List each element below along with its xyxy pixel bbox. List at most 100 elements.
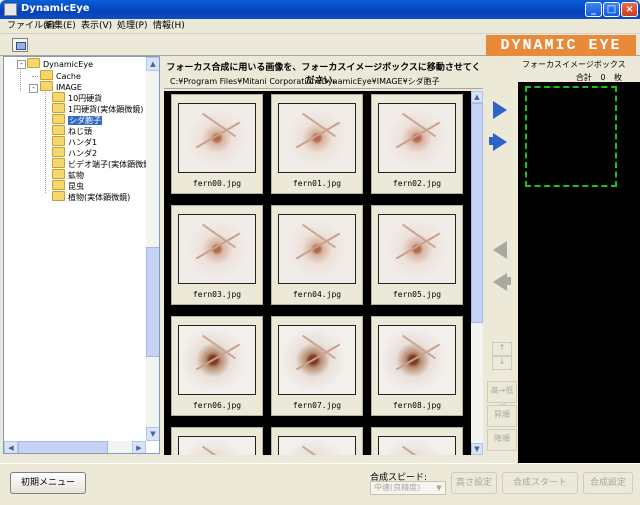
menu-edit[interactable]: 編集(E) <box>43 20 78 33</box>
sort-ascending-button[interactable]: 昇順 <box>487 405 517 427</box>
tree-item-fern[interactable]: シダ胞子 <box>52 114 102 125</box>
folder-icon <box>52 158 65 168</box>
thumbnail-label: fern06.jpg <box>192 401 242 410</box>
thumbnail-image <box>378 325 456 395</box>
thumbnail-image <box>178 214 256 284</box>
scroll-down-icon[interactable]: ▼ <box>471 443 483 455</box>
tree-item-10yen[interactable]: 10円硬貨 <box>52 92 102 103</box>
thumbnail-card[interactable]: fern01.jpg <box>271 94 363 194</box>
order-down-button[interactable]: ↓ <box>492 356 512 370</box>
compose-setting-button[interactable]: 合成設定 <box>583 472 633 494</box>
menu-process[interactable]: 処理(P) <box>115 20 149 33</box>
thumbnail-image <box>178 103 256 173</box>
instruction-panel: フォーカス合成に用いる画像を、フォーカスイメージボックスに移動させてください。 … <box>164 56 483 89</box>
folder-tree[interactable]: - DynamicEye Cache - IMAGE 10円硬貨 1円硬貨(実体… <box>3 56 160 454</box>
move-right-arrow-icon[interactable] <box>487 95 515 123</box>
thumbnail-card[interactable] <box>271 427 363 455</box>
thumbnail-card[interactable]: fern00.jpg <box>171 94 263 194</box>
app-icon <box>4 3 17 16</box>
thumbnail-label: fern00.jpg <box>192 179 242 188</box>
thumbnail-card[interactable]: fern07.jpg <box>271 316 363 416</box>
initial-menu-button[interactable]: 初期メニュー <box>10 472 86 494</box>
folder-icon <box>52 103 65 113</box>
scroll-down-icon[interactable]: ▼ <box>146 427 159 441</box>
thumbnail-image <box>278 103 356 173</box>
title-bar: DynamicEye _ □ × <box>0 0 640 19</box>
menu-info[interactable]: 情報(H) <box>151 20 187 33</box>
chevron-down-icon[interactable]: ▼ <box>434 483 444 493</box>
folder-open-icon <box>27 58 40 68</box>
thumbnail-label: fern08.jpg <box>392 401 442 410</box>
thumbnail-card[interactable]: fern03.jpg <box>171 205 263 305</box>
total-value: 0 <box>600 73 606 82</box>
scroll-up-icon[interactable]: ▲ <box>146 57 159 71</box>
tree-item-solder1[interactable]: ハンダ1 <box>52 136 97 147</box>
minimize-button[interactable]: _ <box>585 2 602 17</box>
total-label: 合計 <box>575 73 592 82</box>
scroll-right-icon[interactable]: ▶ <box>132 441 146 453</box>
height-setting-button[interactable]: 高さ設定 <box>451 472 497 494</box>
folder-icon <box>52 191 65 201</box>
thumbnail-card[interactable]: fern04.jpg <box>271 205 363 305</box>
move-all-left-icon[interactable] <box>487 267 515 295</box>
maximize-button[interactable]: □ <box>603 2 620 17</box>
transfer-toolbar: ↑ ↓ 高→低順 昇順 降順 <box>483 91 518 455</box>
compose-start-button[interactable]: 合成スタート <box>502 472 578 494</box>
tree-item-solder2[interactable]: ハンダ2 <box>52 147 97 158</box>
tree-item-image[interactable]: IMAGE <box>40 81 82 92</box>
thumbnail-image <box>278 325 356 395</box>
tree-item-root[interactable]: DynamicEye <box>27 58 93 69</box>
menu-view[interactable]: 表示(V) <box>79 20 114 33</box>
focus-box-title: フォーカスイメージボックス <box>522 60 626 69</box>
thumbnail-card[interactable] <box>371 427 463 455</box>
thumbnail-image <box>378 436 456 455</box>
move-left-arrow-icon[interactable] <box>487 235 515 263</box>
close-button[interactable]: × <box>621 2 638 17</box>
folder-icon <box>52 125 65 135</box>
speed-select[interactable]: 中速(良精度) ▼ <box>370 481 446 495</box>
tree-hscrollbar[interactable]: ◀ ▶ <box>4 441 146 453</box>
thumbnail-card[interactable] <box>171 427 263 455</box>
scroll-thumb[interactable] <box>471 103 483 323</box>
tree-scrollbar[interactable]: ▲ ▼ <box>146 57 159 441</box>
thumbnail-image <box>178 325 256 395</box>
tree-collapse-icon[interactable]: - <box>17 60 26 69</box>
move-all-right-icon[interactable] <box>487 127 515 155</box>
folder-icon <box>52 169 65 179</box>
tree-item-screw[interactable]: ねじ頭 <box>52 125 92 136</box>
order-up-button[interactable]: ↑ <box>492 342 512 356</box>
tree-item-video[interactable]: ビデオ端子(実体顕微鏡) <box>52 158 154 169</box>
folder-open-icon <box>40 81 53 91</box>
tree-item-insect[interactable]: 昆虫 <box>52 180 84 191</box>
thumbnail-card[interactable]: fern06.jpg <box>171 316 263 416</box>
thumbnail-label: fern02.jpg <box>392 179 442 188</box>
thumbnail-label: fern05.jpg <box>392 290 442 299</box>
folder-icon <box>52 136 65 146</box>
sort-descending-button[interactable]: 降順 <box>487 429 517 451</box>
total-unit: 枚 <box>614 73 622 82</box>
sort-height-button[interactable]: 高→低順 <box>487 381 517 413</box>
hscroll-thumb[interactable] <box>18 441 108 453</box>
scroll-up-icon[interactable]: ▲ <box>471 91 483 103</box>
thumbnail-card[interactable]: fern05.jpg <box>371 205 463 305</box>
brand-logo: DYNAMIC EYE <box>486 35 636 56</box>
thumbnail-card[interactable]: fern08.jpg <box>371 316 463 416</box>
thumbnail-label: fern03.jpg <box>192 290 242 299</box>
folder-icon <box>52 92 65 102</box>
scroll-left-icon[interactable]: ◀ <box>4 441 18 453</box>
gallery-scrollbar[interactable]: ▲ ▼ <box>471 91 483 455</box>
thumbnail-image <box>278 436 356 455</box>
tree-item-plant[interactable]: 植物(実体顕微鏡) <box>52 191 130 202</box>
thumbnail-label: fern07.jpg <box>292 401 342 410</box>
folder-view-icon[interactable] <box>12 38 28 52</box>
focus-drop-slot[interactable] <box>525 86 617 187</box>
thumbnail-card[interactable]: fern02.jpg <box>371 94 463 194</box>
window-title: DynamicEye <box>21 3 90 14</box>
tree-item-mineral[interactable]: 鉱物 <box>52 169 84 180</box>
tree-item-cache[interactable]: Cache <box>40 70 81 81</box>
folder-open-icon <box>52 114 65 124</box>
thumbnail-gallery[interactable]: fern00.jpg fern01.jpg fern02.jpg fern03.… <box>164 91 471 455</box>
tree-collapse-icon[interactable]: - <box>29 84 38 93</box>
tree-item-1yen[interactable]: 1円硬貨(実体顕微鏡) <box>52 103 143 114</box>
scroll-thumb[interactable] <box>146 247 159 357</box>
